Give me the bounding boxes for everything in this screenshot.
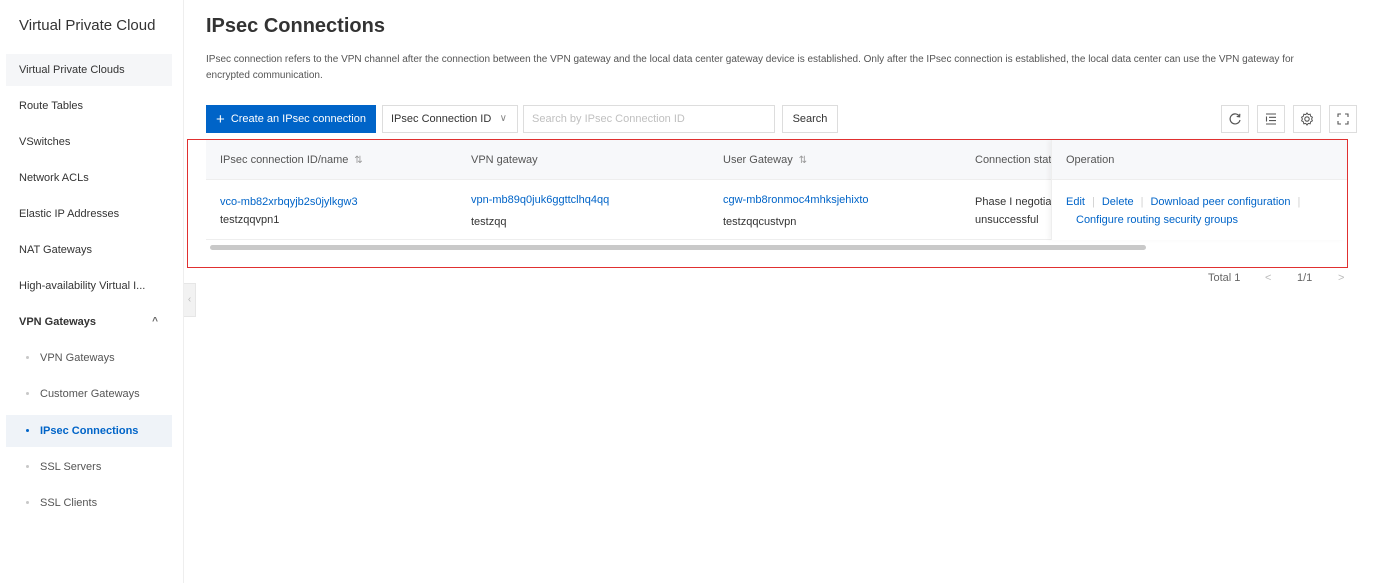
sidebar-item-route-tables[interactable]: Route Tables — [6, 90, 172, 122]
delete-link[interactable]: Delete — [1102, 196, 1134, 208]
sidebar-item-ipsec-connections[interactable]: IPsec Connections — [6, 415, 172, 447]
gear-icon — [1300, 112, 1314, 126]
sidebar-group-label: VPN Gateways — [19, 316, 97, 328]
page-title: IPsec Connections — [206, 15, 385, 37]
search-button[interactable]: Search — [782, 105, 838, 133]
pagination-page: 1/1 — [1297, 272, 1313, 284]
sidebar-item-ssl-clients[interactable]: SSL Clients — [6, 487, 172, 519]
sort-icon[interactable]: ⇅ — [354, 155, 362, 166]
ipsec-connections-table: IPsec connection ID/name ⇅ VPN gateway Us… — [206, 140, 1347, 250]
next-page-button[interactable]: > — [1338, 272, 1344, 284]
chevron-left-icon: ‹ — [187, 294, 192, 305]
sidebar-item-network-acls[interactable]: Network ACLs — [6, 162, 172, 194]
divider: | — [1091, 196, 1095, 208]
sidebar-item-customer-gateways[interactable]: Customer Gateways — [6, 378, 172, 410]
ipsec-connection-id-link[interactable]: vco-mb82xrbqyjb2s0jylkgw3 — [220, 193, 460, 211]
column-header-user-gateway[interactable]: User Gateway ⇅ — [723, 140, 963, 180]
chevron-down-icon: ∨ — [499, 113, 507, 124]
refresh-icon — [1229, 113, 1241, 125]
divider: | — [1140, 196, 1144, 208]
search-input[interactable] — [523, 105, 775, 133]
bullet-icon — [26, 465, 29, 468]
settings-button[interactable] — [1293, 105, 1321, 133]
sidebar-item-label: VPN Gateways — [40, 352, 115, 364]
cell-status: Phase I negotiat unsuccessful — [975, 193, 1051, 229]
sidebar-item-vpn-gateways[interactable]: VPN Gateways — [6, 342, 172, 374]
vpn-gateway-link[interactable]: vpn-mb89q0juk6ggttclhq4qq — [471, 189, 711, 211]
sidebar-item-label: Customer Gateways — [40, 388, 140, 400]
column-header-label: User Gateway — [723, 154, 793, 166]
sidebar: Virtual Private Cloud Virtual Private Cl… — [0, 0, 184, 583]
fullscreen-button[interactable] — [1329, 105, 1357, 133]
sidebar-group-vpn-gateways[interactable]: VPN Gateways ^ — [6, 306, 172, 338]
operation-column: Operation Edit | Delete | Download peer conf… — [1051, 140, 1347, 240]
column-header-operation: Operation — [1052, 140, 1347, 180]
column-header-label: IPsec connection ID/name — [220, 154, 349, 166]
sidebar-item-nat-gateways[interactable]: NAT Gateways — [6, 234, 172, 266]
sort-icon[interactable]: ⇅ — [799, 155, 807, 166]
sidebar-item-ssl-servers[interactable]: SSL Servers — [6, 451, 172, 483]
column-header-vpn-gateway: VPN gateway — [471, 154, 538, 166]
expand-icon — [1337, 113, 1349, 125]
list-settings-icon — [1265, 113, 1276, 125]
sidebar-item-havip[interactable]: High-availability Virtual I... — [6, 270, 172, 302]
bullet-icon — [26, 429, 29, 432]
create-ipsec-connection-button[interactable]: + Create an IPsec connection — [206, 105, 376, 133]
user-gateway-link[interactable]: cgw-mb8ronmoc4mhksjehixto — [723, 189, 963, 211]
bullet-icon — [26, 501, 29, 504]
divider: | — [1297, 196, 1301, 208]
edit-link[interactable]: Edit — [1066, 196, 1085, 208]
column-header-id-name[interactable]: IPsec connection ID/name ⇅ — [220, 140, 460, 180]
row-actions: Edit | Delete | Download peer configuration |… — [1066, 193, 1341, 229]
sidebar-collapse-handle[interactable]: ‹ — [184, 283, 196, 317]
sidebar-title: Virtual Private Cloud — [19, 17, 156, 34]
column-settings-button[interactable] — [1257, 105, 1285, 133]
chevron-up-icon: ^ — [152, 316, 158, 327]
sidebar-item-label: SSL Clients — [40, 497, 98, 509]
bullet-icon — [26, 356, 29, 359]
filter-select[interactable]: IPsec Connection ID ∨ — [382, 105, 518, 133]
sidebar-item-label: SSL Servers — [40, 461, 102, 473]
vpn-gateway-name: testzqq — [471, 216, 507, 228]
filter-select-value: IPsec Connection ID — [391, 113, 492, 125]
ipsec-connection-name: testzqqvpn1 — [220, 214, 280, 226]
page-description: IPsec connection refers to the VPN chann… — [206, 54, 1294, 81]
cell-vpn-gateway: vpn-mb89q0juk6ggttclhq4qq testzqq — [471, 189, 711, 233]
create-button-label: Create an IPsec connection — [230, 113, 366, 125]
status-line-1: Phase I negotiat — [975, 196, 1051, 208]
cell-user-gateway: cgw-mb8ronmoc4mhksjehixto testzqqcustvpn — [723, 189, 963, 233]
sidebar-item-virtual-private-clouds[interactable]: Virtual Private Clouds — [6, 54, 172, 86]
horizontal-scrollbar[interactable] — [210, 245, 1146, 250]
prev-page-button[interactable]: < — [1265, 272, 1271, 284]
column-header-status: Connection stat — [975, 154, 1051, 166]
pagination-total: Total 1 — [1208, 272, 1241, 284]
plus-icon: + — [216, 110, 225, 128]
bullet-icon — [26, 392, 29, 395]
refresh-button[interactable] — [1221, 105, 1249, 133]
sidebar-item-vswitches[interactable]: VSwitches — [6, 126, 172, 158]
download-peer-configuration-link[interactable]: Download peer configuration — [1150, 196, 1290, 208]
sidebar-item-label: IPsec Connections — [40, 425, 139, 437]
user-gateway-name: testzqqcustvpn — [723, 216, 797, 228]
sidebar-item-elastic-ip-addresses[interactable]: Elastic IP Addresses — [6, 198, 172, 230]
configure-routing-security-groups-link[interactable]: Configure routing security groups — [1076, 214, 1238, 226]
cell-id-name: vco-mb82xrbqyjb2s0jylkgw3 testzqqvpn1 — [220, 193, 460, 229]
status-line-2: unsuccessful — [975, 214, 1039, 226]
